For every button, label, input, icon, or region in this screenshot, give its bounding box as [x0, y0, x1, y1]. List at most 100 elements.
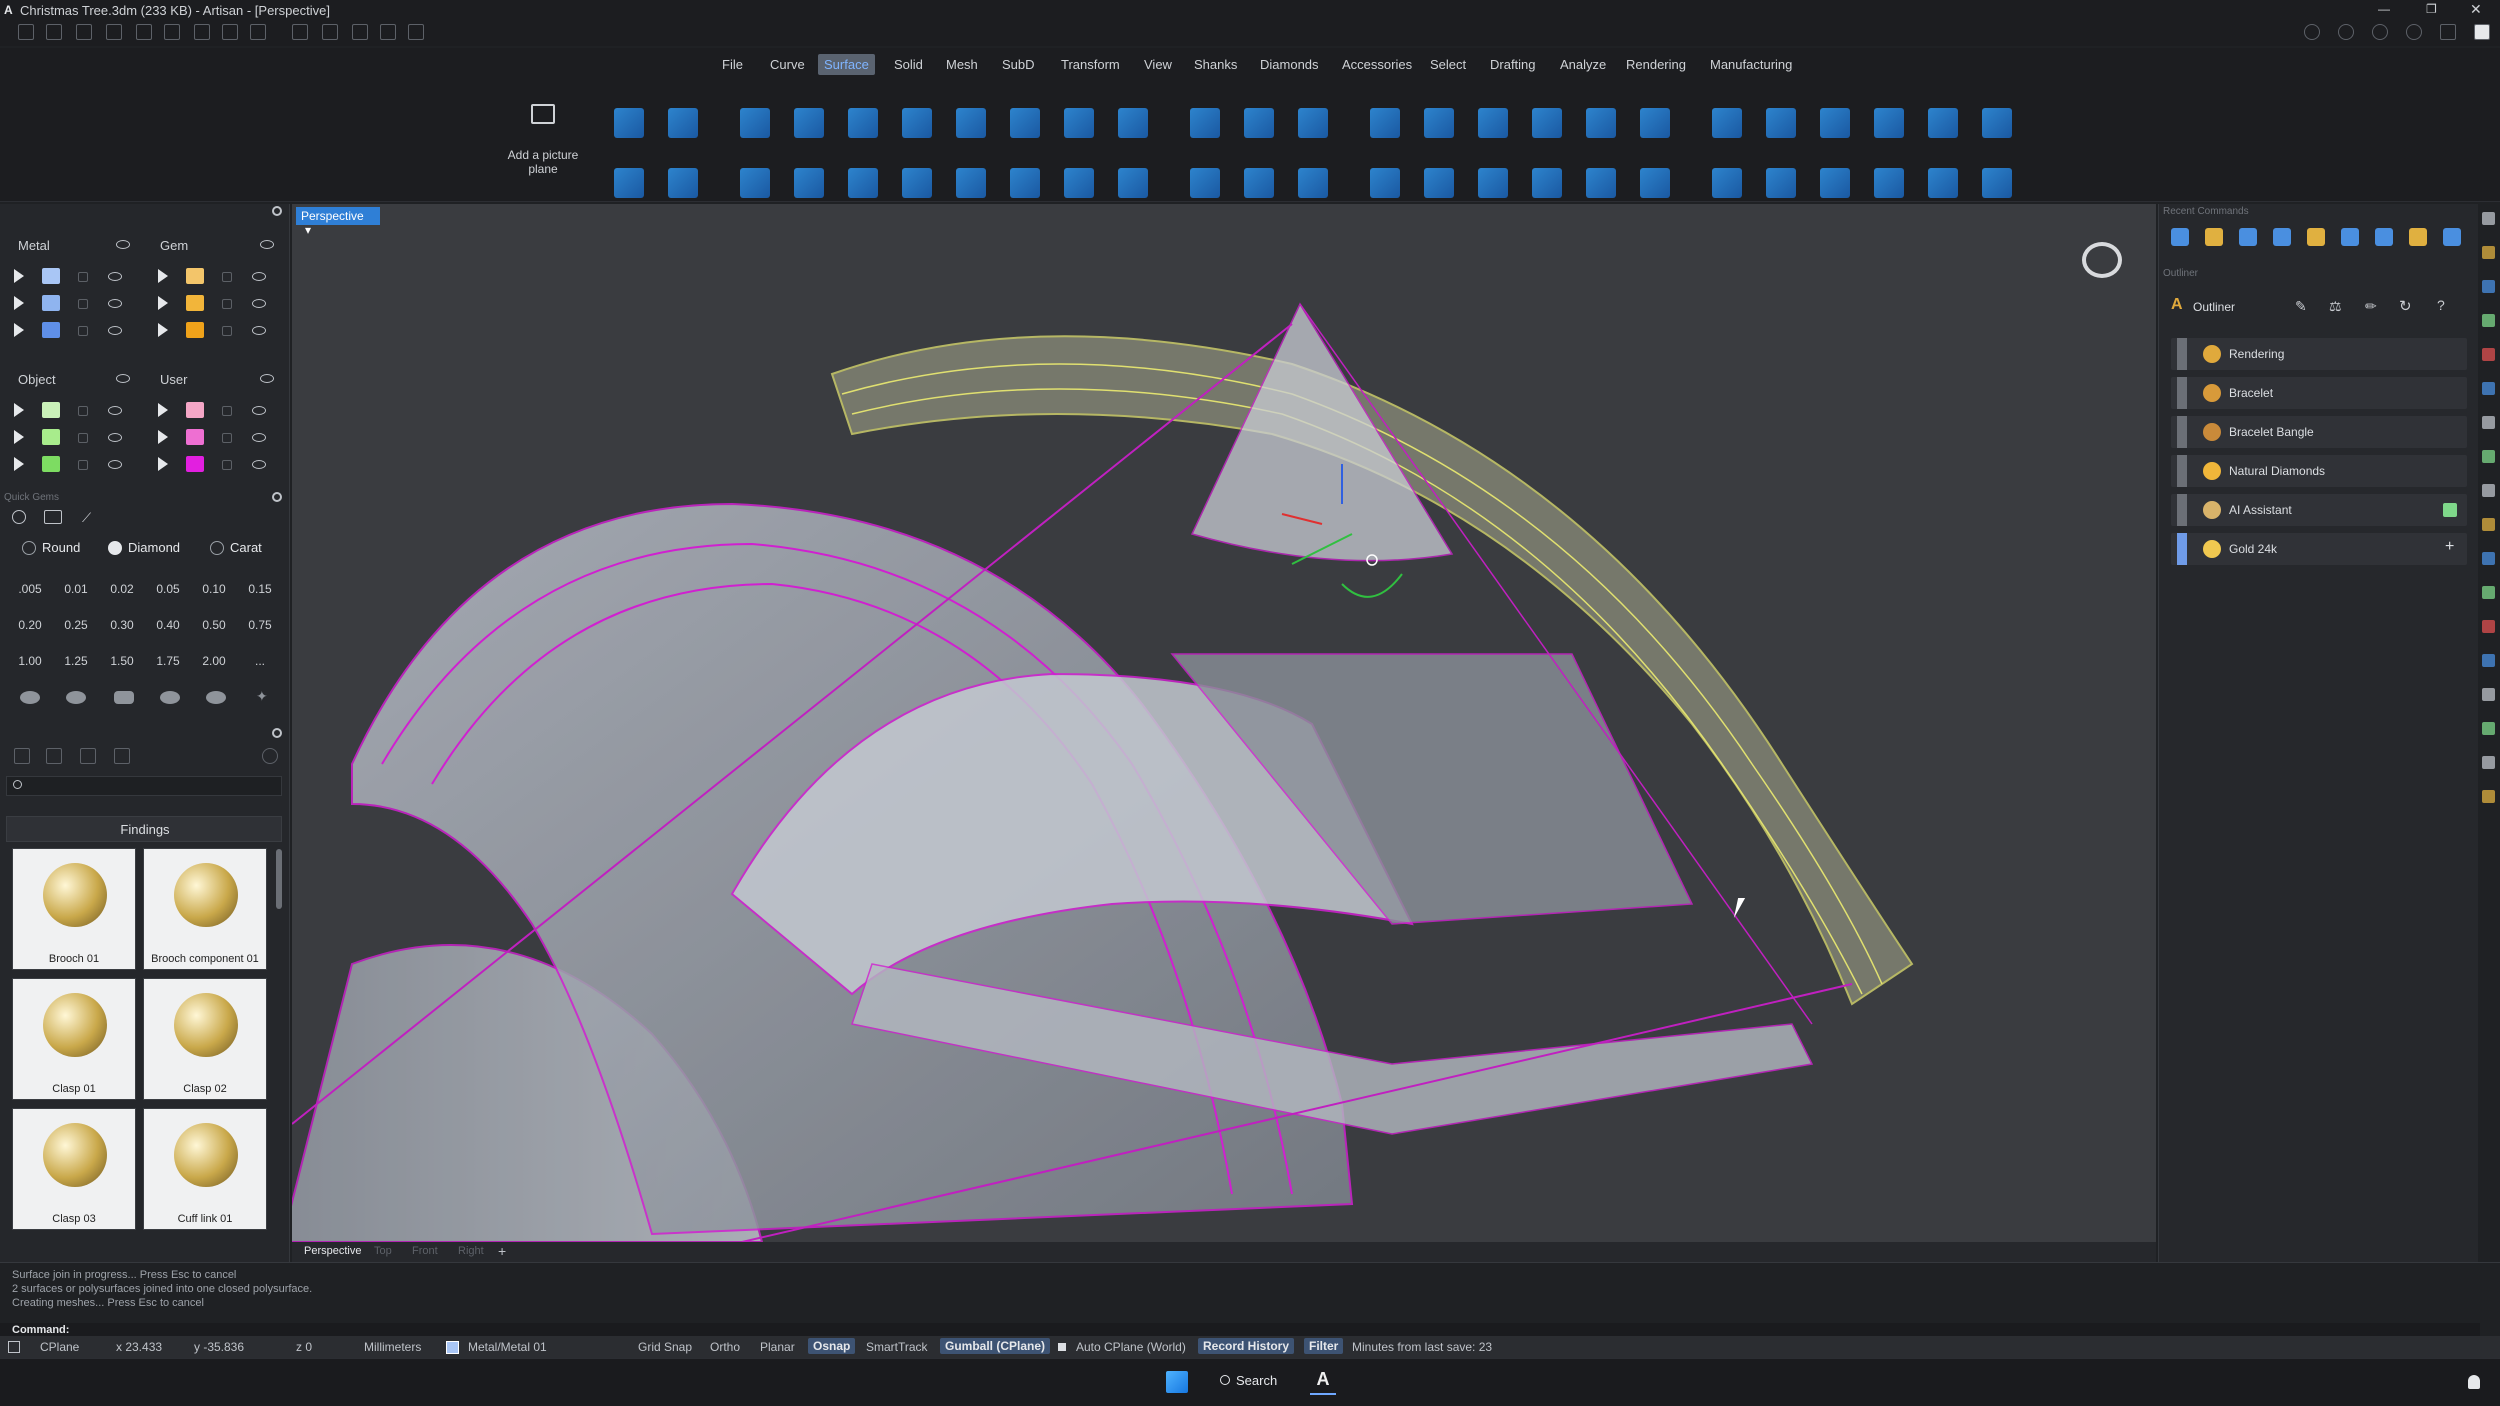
viewport-tab-top[interactable]: Top [374, 1245, 392, 1257]
layer-visibility-icon[interactable] [252, 272, 266, 281]
redo-icon[interactable] [164, 24, 180, 40]
gem-size-option[interactable]: 0.05 [150, 582, 186, 596]
gem-tool-icon[interactable]: ⟋ [82, 510, 91, 526]
outliner-pencil-icon[interactable]: ✏ [2365, 298, 2377, 315]
viewport-title-tab[interactable]: Perspective ▾ [296, 207, 380, 237]
menu-manufacturing[interactable]: Manufacturing [1704, 54, 1798, 75]
side-tool-icon[interactable] [2482, 756, 2495, 769]
surface-tool-20-icon[interactable] [1712, 108, 1742, 138]
side-tool-icon[interactable] [2482, 416, 2495, 429]
side-tool-icon[interactable] [2482, 348, 2495, 361]
copy-icon[interactable] [380, 24, 396, 40]
layer-color-swatch[interactable] [42, 295, 60, 311]
layer-expand-icon[interactable] [14, 296, 24, 310]
units-label[interactable]: Millimeters [364, 1340, 421, 1354]
print-icon[interactable] [250, 24, 266, 40]
gem-shape-oval-icon[interactable] [66, 691, 86, 704]
outliner-edit-icon[interactable]: ✎ [2295, 298, 2307, 315]
gem-size-option[interactable]: 0.10 [196, 582, 232, 596]
menu-surface[interactable]: Surface [818, 54, 875, 75]
surface-tool-36-icon[interactable] [1190, 168, 1220, 198]
library-import-icon[interactable] [80, 748, 96, 764]
side-tool-icon[interactable] [2482, 382, 2495, 395]
view-navigation-icon[interactable] [2082, 242, 2122, 278]
library-add-folder-icon[interactable] [46, 748, 62, 764]
user-layer-row[interactable] [144, 427, 274, 447]
new-template-icon[interactable] [46, 24, 62, 40]
surface-tool-22-icon[interactable] [1820, 108, 1850, 138]
surface-tool-7-icon[interactable] [956, 108, 986, 138]
layer-expand-icon[interactable] [158, 457, 168, 471]
side-tool-icon[interactable] [2482, 688, 2495, 701]
minimize-icon[interactable]: — [2378, 2, 2390, 16]
gem-size-option[interactable]: 0.01 [58, 582, 94, 596]
artisan-icon[interactable] [2474, 24, 2490, 40]
surface-tool-34-icon[interactable] [1064, 168, 1094, 198]
tab-carat[interactable]: Carat [210, 540, 262, 555]
gem-size-option[interactable]: 1.25 [58, 654, 94, 668]
surface-tool-50-icon[interactable] [1982, 168, 2012, 198]
menu-diamonds[interactable]: Diamonds [1254, 54, 1325, 75]
surface-tool-8-icon[interactable] [1010, 108, 1040, 138]
surface-tool-39-icon[interactable] [1370, 168, 1400, 198]
layer-color-swatch[interactable] [42, 402, 60, 418]
outliner-refresh-icon[interactable]: ↻ [2399, 297, 2412, 315]
osnap-toggle[interactable]: Osnap [808, 1338, 856, 1354]
gem-size-option[interactable]: 0.75 [242, 618, 278, 632]
side-tool-icon[interactable] [2482, 484, 2495, 497]
user-visibility-icon[interactable] [260, 374, 274, 383]
surface-tool-38-icon[interactable] [1298, 168, 1328, 198]
surface-tool-23-icon[interactable] [1874, 108, 1904, 138]
recent-command-icon[interactable] [2341, 228, 2359, 246]
library-item[interactable]: Cuff link 01 [143, 1108, 267, 1230]
menu-curve[interactable]: Curve [764, 54, 811, 75]
layer-expand-icon[interactable] [158, 323, 168, 337]
layer-color-swatch[interactable] [186, 429, 204, 445]
menu-analyze[interactable]: Analyze [1554, 54, 1612, 75]
panel-settings-icon[interactable] [272, 206, 282, 216]
layer-color-swatch[interactable] [186, 456, 204, 472]
surface-tool-12-icon[interactable] [1244, 108, 1274, 138]
recent-command-icon[interactable] [2205, 228, 2223, 246]
outliner-help-icon[interactable]: ? [2437, 297, 2445, 313]
gumball-toggle[interactable]: Gumball (CPlane) [940, 1338, 1051, 1354]
layer-expand-icon[interactable] [14, 457, 24, 471]
open-icon[interactable] [76, 24, 92, 40]
auto-cplane-toggle[interactable]: Auto CPlane (World) [1076, 1340, 1186, 1354]
current-layer-label[interactable]: Metal/Metal 01 [468, 1340, 547, 1354]
layer-expand-icon[interactable] [158, 403, 168, 417]
layer-lock-icon[interactable] [78, 326, 88, 336]
gem-shape-cushion-icon[interactable] [114, 691, 134, 704]
gem-size-option[interactable]: 1.00 [12, 654, 48, 668]
library-folder-icon[interactable] [14, 748, 30, 764]
recent-command-icon[interactable] [2409, 228, 2427, 246]
object-layer-row[interactable] [0, 427, 130, 447]
gem-shape-dropdown-icon[interactable] [44, 510, 62, 524]
metal-layer-row[interactable] [0, 293, 130, 313]
side-tool-icon[interactable] [2482, 246, 2495, 259]
side-tool-icon[interactable] [2482, 586, 2495, 599]
menu-view[interactable]: View [1138, 54, 1178, 75]
recent-command-icon[interactable] [2375, 228, 2393, 246]
gem-size-option[interactable]: 1.75 [150, 654, 186, 668]
gem-layer-row[interactable] [144, 293, 274, 313]
surface-tool-11-icon[interactable] [1190, 108, 1220, 138]
library-search-input[interactable] [6, 776, 282, 796]
layer-color-swatch[interactable] [42, 268, 60, 284]
layer-visibility-icon[interactable] [108, 272, 122, 281]
account-icon[interactable] [2406, 24, 2422, 40]
auto-cplane-checkbox[interactable] [1058, 1343, 1066, 1351]
surface-tool-48-icon[interactable] [1874, 168, 1904, 198]
viewport-dropdown-icon[interactable]: ▾ [305, 223, 311, 237]
recent-command-icon[interactable] [2239, 228, 2257, 246]
surface-tool-17-icon[interactable] [1532, 108, 1562, 138]
side-tool-icon[interactable] [2482, 620, 2495, 633]
cut-icon[interactable] [352, 24, 368, 40]
layer-expand-icon[interactable] [158, 430, 168, 444]
gem-size-option[interactable]: 2.00 [196, 654, 232, 668]
open-folder-icon[interactable] [106, 24, 122, 40]
surface-tool-21-icon[interactable] [1766, 108, 1796, 138]
layer-lock-icon[interactable] [78, 299, 88, 309]
layer-visibility-icon[interactable] [252, 299, 266, 308]
layer-color-swatch[interactable] [42, 322, 60, 338]
